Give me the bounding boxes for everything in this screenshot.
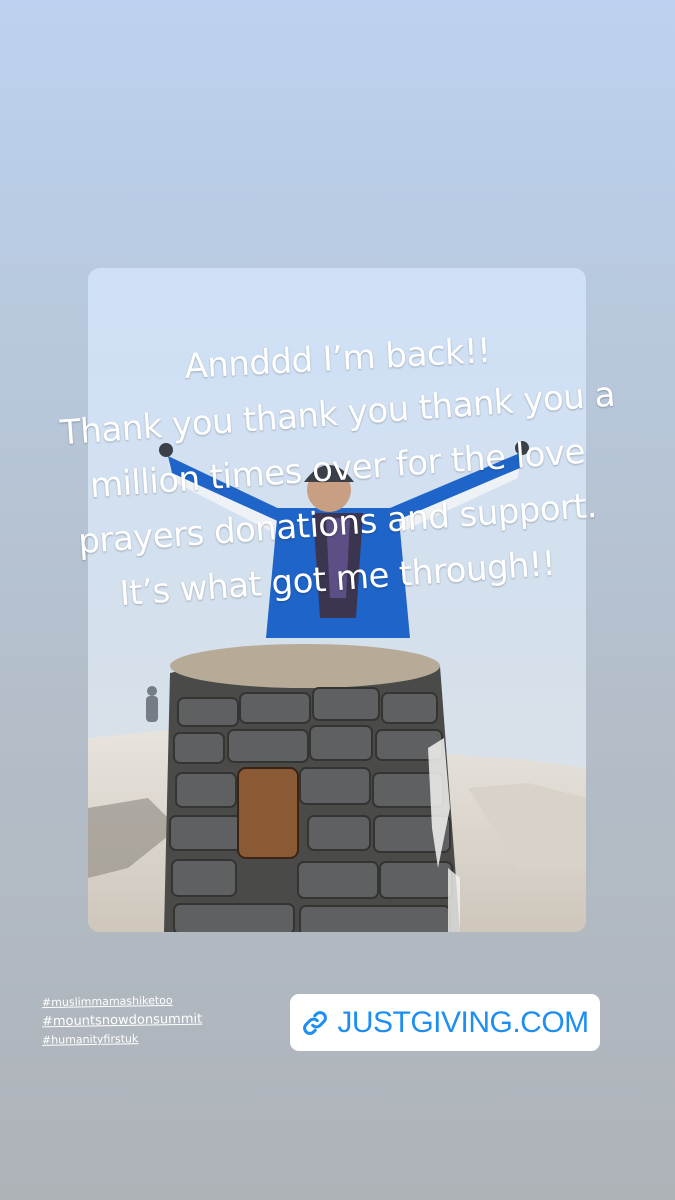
hashtag[interactable]: #muslimmamashiketoo — [42, 994, 173, 1010]
hashtag-list: #muslimmamashiketoo #mountsnowdonsummit … — [42, 990, 242, 1047]
story-caption: Annddd I’m back!! Thank you thank you th… — [20, 331, 655, 614]
hashtag[interactable]: #mountsnowdonsummit — [42, 1012, 202, 1030]
hashtag[interactable]: #humanityfirstuk — [42, 1032, 139, 1048]
link-label: JUSTGIVING.COM — [337, 1005, 589, 1039]
link-icon — [301, 1009, 329, 1037]
instagram-story: Annddd I’m back!! Thank you thank you th… — [0, 0, 675, 1200]
link-sticker[interactable]: JUSTGIVING.COM — [290, 994, 600, 1051]
